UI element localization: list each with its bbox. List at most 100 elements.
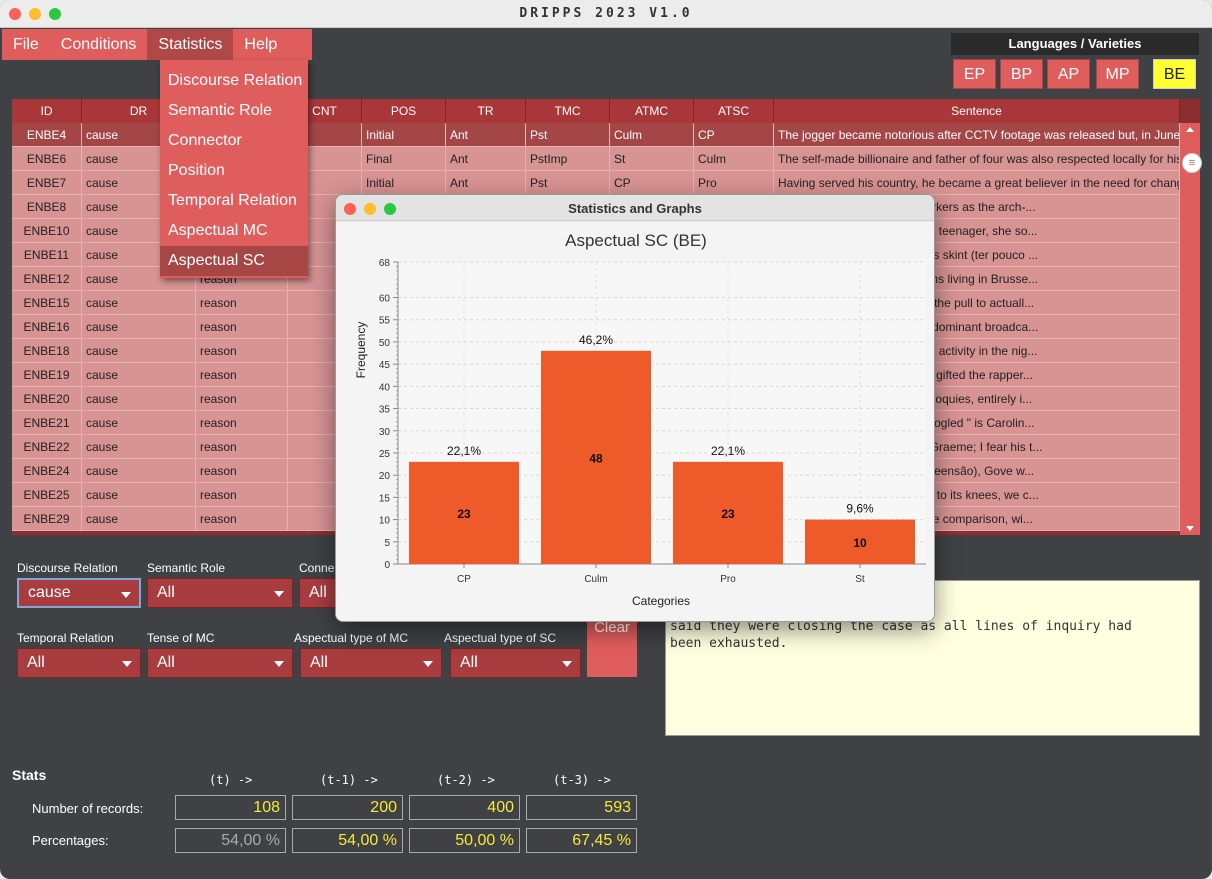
cell-id: ENBE7 [12, 171, 82, 195]
menu-item-semantic-role[interactable]: Semantic Role [160, 96, 308, 126]
lang-be-button[interactable]: BE [1153, 59, 1196, 89]
chart-area: Aspectual SC (BE) Frequency Categories 0… [336, 222, 934, 621]
y-tick-label: 0 [384, 560, 390, 571]
cell-id: ENBE20 [12, 387, 82, 411]
cell-atsc: CP [694, 123, 774, 147]
x-tick-label: CP [457, 574, 471, 585]
cell-atmc: CP [610, 171, 694, 195]
y-tick-label: 30 [379, 427, 391, 438]
x-tick-label: Culm [584, 574, 607, 585]
cell-dr: cause [82, 291, 196, 315]
aspectual-sc-select[interactable]: All [450, 648, 581, 678]
records-t1: 200 [292, 795, 403, 820]
stats-header-t3: (t-3) -> [553, 773, 611, 787]
cell-id: ENBE6 [12, 147, 82, 171]
menu-statistics[interactable]: Statistics [147, 29, 234, 60]
column-header-atsc[interactable]: ATSC [694, 99, 774, 123]
x-axis-label: Categories [632, 594, 690, 608]
bar-percent-label: 46,2% [579, 333, 613, 347]
cell-id: ENBE21 [12, 411, 82, 435]
records-t3: 593 [526, 795, 637, 820]
aspectual-mc-select[interactable]: All [300, 648, 442, 678]
discourse-relation-select[interactable]: cause [17, 578, 141, 608]
tense-mc-label: Tense of MC [147, 631, 215, 645]
menu-item-connector[interactable]: Connector [160, 126, 308, 156]
cell-dr: cause [82, 339, 196, 363]
chevron-down-icon [423, 661, 433, 667]
stats-title: Stats [12, 767, 47, 783]
cell-pos: Initial [362, 171, 446, 195]
statistics-dropdown-menu: Discourse Relation Semantic Role Connect… [160, 60, 308, 278]
cell-pos: Final [362, 147, 446, 171]
y-tick-label: 15 [379, 493, 391, 504]
menu-file[interactable]: File [2, 29, 50, 60]
y-tick-label: 40 [379, 382, 391, 393]
cell-id: ENBE19 [12, 363, 82, 387]
column-header-atmc[interactable]: ATMC [610, 99, 694, 123]
column-header-sentence[interactable]: Sentence [774, 99, 1180, 123]
stats-header-t: (t) -> [209, 773, 253, 787]
records-t: 108 [175, 795, 286, 820]
column-header-tmc[interactable]: TMC [526, 99, 610, 123]
menu-item-aspectual-mc[interactable]: Aspectual MC [160, 216, 308, 246]
x-tick-label: St [855, 574, 865, 585]
column-header-id[interactable]: ID [12, 99, 82, 123]
records-label: Number of records: [32, 801, 144, 816]
column-menu-icon[interactable]: ≡ [1182, 153, 1202, 173]
cell-sr: reason [196, 435, 288, 459]
cell-tmc: Pst [526, 123, 610, 147]
lang-mp-button[interactable]: MP [1096, 59, 1139, 89]
temporal-relation-select[interactable]: All [17, 648, 141, 678]
percent-t1: 54,00 % [292, 828, 403, 853]
chevron-down-icon [274, 591, 284, 597]
cell-tr: Ant [446, 123, 526, 147]
percent-t3: 67,45 % [526, 828, 637, 853]
lang-bp-button[interactable]: BP [1000, 59, 1043, 89]
temporal-relation-value: All [27, 654, 45, 671]
menu-item-aspectual-sc[interactable]: Aspectual SC [160, 246, 308, 276]
chevron-down-icon [121, 592, 131, 598]
cell-sr: reason [196, 483, 288, 507]
menu-conditions[interactable]: Conditions [50, 29, 148, 60]
cell-id: ENBE29 [12, 507, 82, 531]
cell-dr: cause [82, 435, 196, 459]
menu-help[interactable]: Help [233, 29, 288, 60]
table-scrollbar[interactable] [1180, 123, 1200, 535]
cell-id: ENBE16 [12, 315, 82, 339]
column-header-pos[interactable]: POS [362, 99, 446, 123]
cell-sr: reason [196, 387, 288, 411]
bar-value-label: 10 [853, 536, 867, 550]
tense-mc-value: All [157, 654, 175, 671]
bar-value-label: 23 [457, 507, 471, 521]
cell-atmc: Culm [610, 123, 694, 147]
aspectual-mc-value: All [310, 654, 328, 671]
cell-id: ENBE12 [12, 267, 82, 291]
y-tick-label: 20 [379, 471, 391, 482]
scroll-up-icon[interactable] [1186, 127, 1194, 132]
menu-item-discourse-relation[interactable]: Discourse Relation [160, 66, 308, 96]
cell-id: ENBE10 [12, 219, 82, 243]
column-header-tr[interactable]: TR [446, 99, 526, 123]
menu-item-position[interactable]: Position [160, 156, 308, 186]
y-tick-label: 5 [384, 538, 390, 549]
chevron-down-icon [562, 661, 572, 667]
y-tick-label: 10 [379, 516, 391, 527]
languages-title: Languages / Varieties [951, 33, 1199, 55]
cell-sr: reason [196, 339, 288, 363]
y-tick-label: 68 [379, 258, 391, 269]
semantic-role-value: All [157, 584, 175, 601]
lang-ap-button[interactable]: AP [1047, 59, 1090, 89]
bar-value-label: 23 [721, 507, 735, 521]
percent-t: 54,00 % [175, 828, 286, 853]
lang-ep-button[interactable]: EP [953, 59, 996, 89]
tense-mc-select[interactable]: All [147, 648, 293, 678]
cell-id: ENBE18 [12, 339, 82, 363]
percent-t2: 50,00 % [409, 828, 520, 853]
aspectual-mc-label: Aspectual type of MC [294, 631, 409, 645]
scroll-down-icon[interactable] [1186, 526, 1194, 531]
cell-tr: Ant [446, 147, 526, 171]
menu-item-temporal-relation[interactable]: Temporal Relation [160, 186, 308, 216]
x-tick-label: Pro [720, 574, 736, 585]
cell-pos: Initial [362, 123, 446, 147]
semantic-role-select[interactable]: All [147, 578, 293, 608]
